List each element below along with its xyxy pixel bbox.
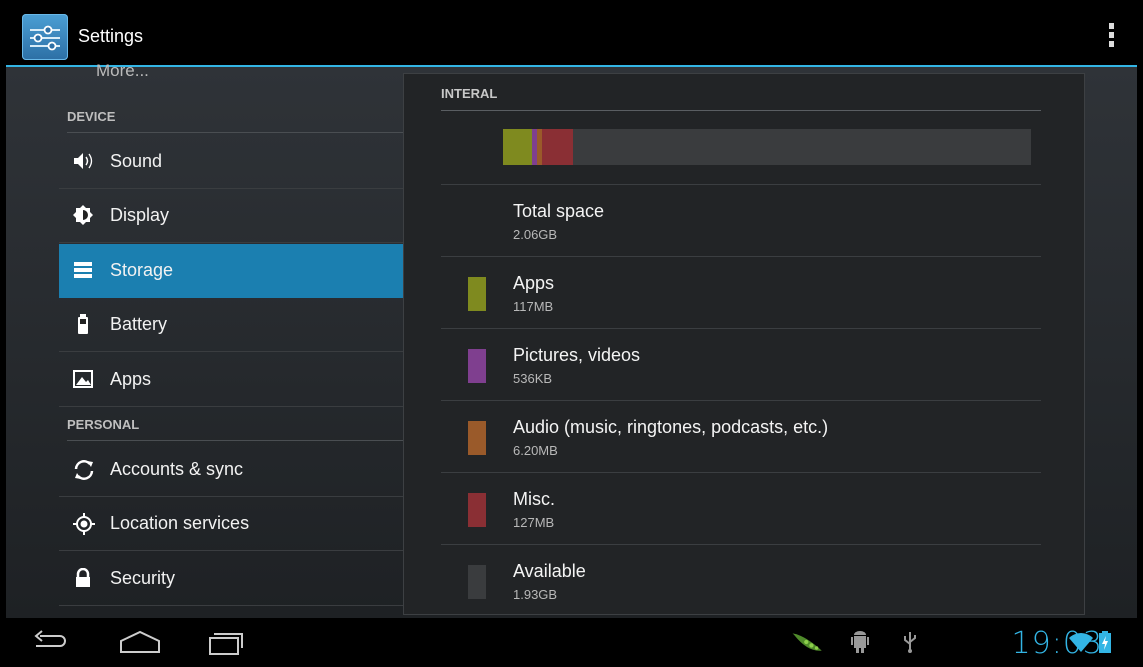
storage-row-available[interactable]: Available 1.93GB [441,544,1041,614]
settings-item-label: Apps [110,369,152,389]
settings-item-label: Security [110,568,176,588]
settings-sliders-icon[interactable] [22,14,68,60]
settings-item-label: Location services [110,513,250,533]
screen: Settings More... DEVICE Sound Display St… [0,0,1143,667]
recent-apps-icon[interactable] [206,628,246,656]
storage-row-audio[interactable]: Audio (music, ringtones, podcasts, etc.)… [441,400,1041,473]
row-value: 127MB [513,515,555,530]
battery-charging-icon[interactable] [1098,630,1112,654]
storage-row-misc[interactable]: Misc. 127MB [441,472,1041,545]
section-header-device: DEVICE [67,109,405,133]
row-title: Apps [513,273,555,293]
storage-icon [73,260,93,280]
storage-row-apps[interactable]: Apps 117MB [441,256,1041,329]
settings-list: More... DEVICE Sound Display Storage Bat… [59,61,409,618]
color-swatch [468,493,486,527]
settings-item-location[interactable]: Location services [59,497,409,551]
location-icon [73,513,95,535]
row-title: Available [513,561,586,581]
row-value: 117MB [513,299,554,314]
storage-usage-bar [503,129,1031,165]
row-title: Pictures, videos [513,345,641,365]
settings-item-label: Sound [110,151,163,171]
settings-item-display[interactable]: Display [59,189,409,243]
color-swatch [468,349,486,383]
settings-item-label: Accounts & sync [110,459,244,479]
settings-item-battery[interactable]: Battery [59,298,409,352]
battery-icon [73,314,93,334]
back-icon[interactable] [30,628,70,656]
action-bar: Settings [6,7,1137,67]
settings-item-accounts-sync[interactable]: Accounts & sync [59,443,409,497]
row-value: 2.06GB [513,227,558,242]
sync-icon [73,459,94,480]
settings-item-label: Battery [110,314,168,334]
apps-icon [73,369,93,389]
row-title: Misc. [513,489,555,509]
row-title: Total space [513,201,605,221]
overflow-menu-icon[interactable] [1109,23,1115,49]
wifi-icon[interactable] [1068,630,1094,654]
app-title: Settings [78,26,144,46]
usb-icon[interactable] [902,630,918,654]
row-value: 1.93GB [513,587,558,602]
color-swatch [468,421,486,455]
color-swatch [468,565,486,599]
storage-row-total[interactable]: Total space 2.06GB [441,184,1041,257]
settings-item-label: Display [110,205,170,225]
brightness-icon [73,205,93,225]
settings-item-sound[interactable]: Sound [59,135,409,189]
section-header-personal: PERSONAL [67,417,405,441]
row-value: 536KB [513,371,553,386]
storage-row-pictures[interactable]: Pictures, videos 536KB [441,328,1041,401]
volume-icon [73,151,93,171]
settings-item-apps[interactable]: Apps [59,353,409,407]
notification-pea-icon[interactable] [788,630,828,654]
storage-section-header: INTERAL [441,86,1041,111]
settings-item-security[interactable]: Security [59,552,409,606]
settings-item-storage[interactable]: Storage [59,244,409,298]
home-icon[interactable] [118,628,162,656]
settings-content: More... DEVICE Sound Display Storage Bat… [6,61,1137,618]
row-title: Audio (music, ringtones, podcasts, etc.) [513,417,829,437]
usage-segment [503,129,533,165]
storage-panel: INTERAL Total space 2.06GB Apps 117MB Pi… [403,73,1085,615]
color-swatch [468,277,486,311]
lock-icon [73,567,93,588]
android-debug-icon[interactable] [850,630,870,654]
usage-segment [541,129,574,165]
settings-item-label: Storage [110,260,174,280]
row-value: 6.20MB [513,443,558,458]
system-bar: 19:03 [0,618,1143,667]
more-item[interactable]: More... [96,61,149,81]
